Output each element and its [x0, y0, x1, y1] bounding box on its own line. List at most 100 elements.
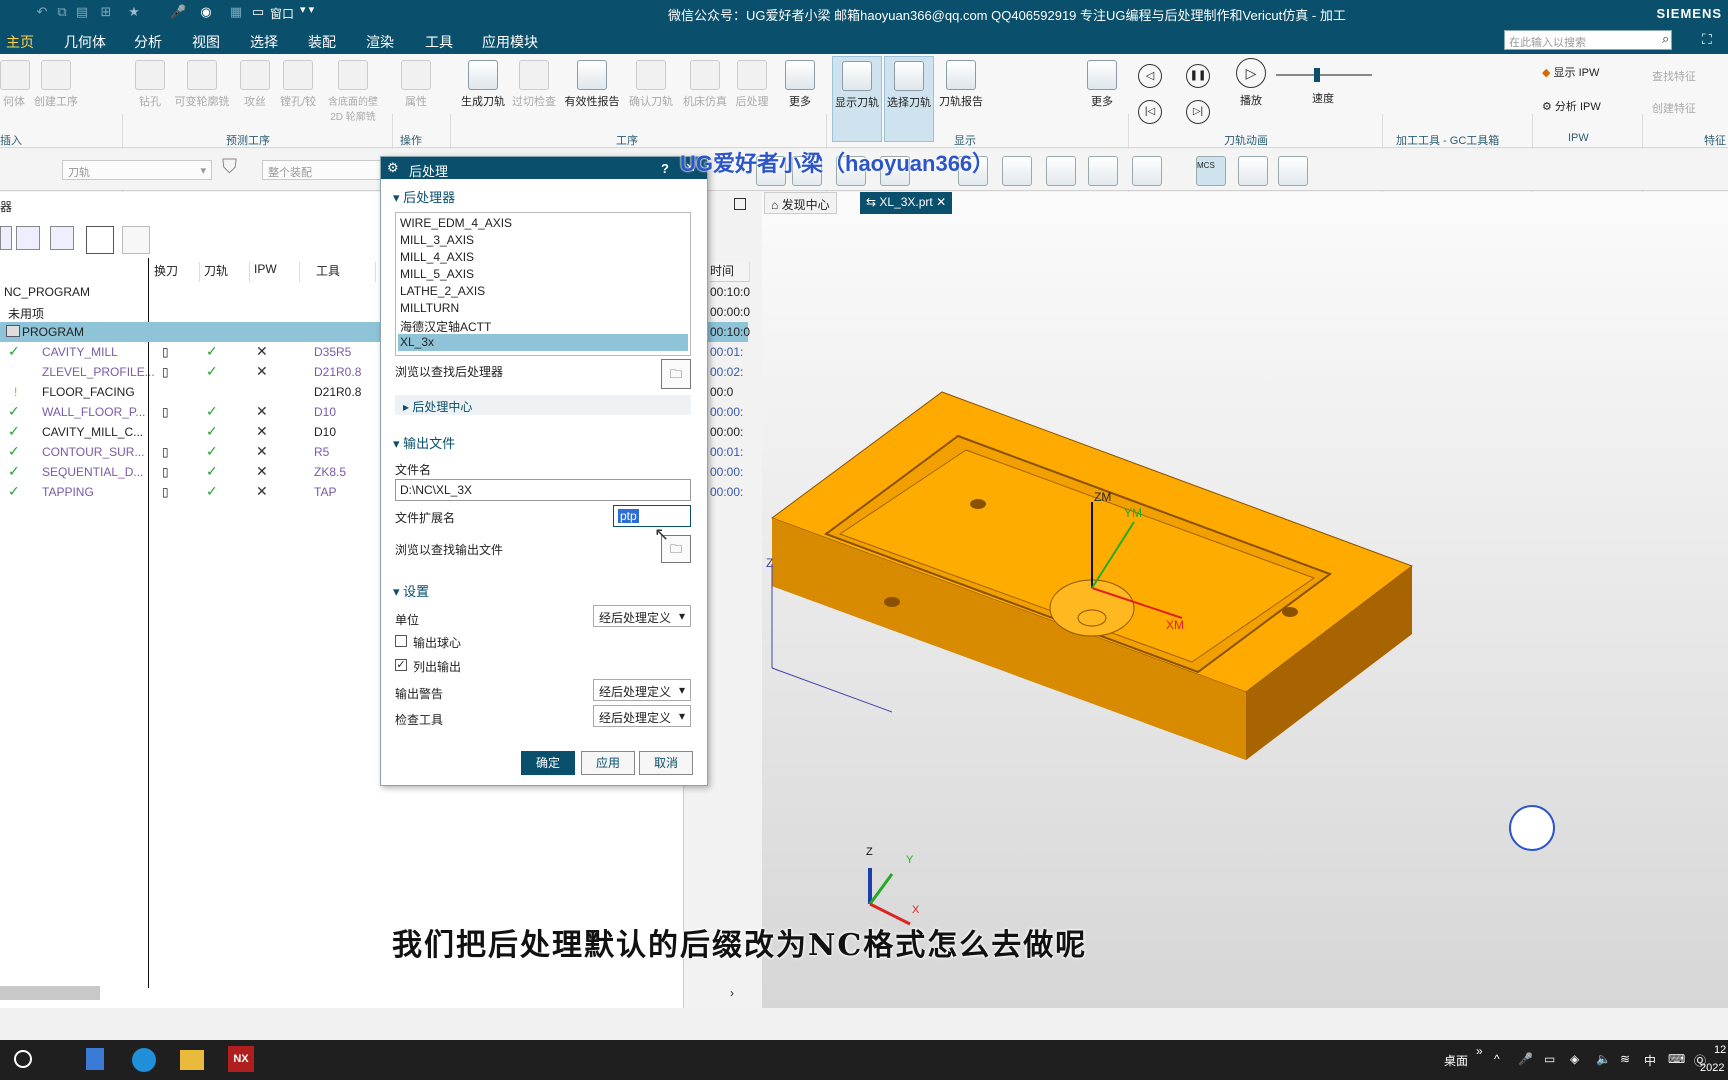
- help-icon[interactable]: ?: [661, 161, 669, 176]
- language-indicator[interactable]: 中: [1644, 1052, 1656, 1069]
- col-header-toolpath[interactable]: 刀轨: [204, 262, 250, 282]
- post-center-expander[interactable]: ▸ 后处理中心: [395, 395, 691, 415]
- nav-tool-button[interactable]: [0, 226, 12, 250]
- calculator-icon[interactable]: [86, 1048, 104, 1070]
- menu-analysis[interactable]: 分析: [134, 32, 162, 52]
- apply-button[interactable]: 应用: [581, 751, 635, 775]
- tab-discover[interactable]: ⌂ 发现中心: [764, 192, 837, 214]
- col-header-tool[interactable]: 工具: [316, 262, 376, 282]
- nav-tool-button[interactable]: [50, 226, 74, 250]
- battery-icon[interactable]: ▭: [1544, 1052, 1555, 1066]
- maximize-icon[interactable]: [734, 198, 746, 210]
- group-operations-label[interactable]: 操作: [400, 132, 422, 148]
- shield-icon[interactable]: ◈: [1570, 1052, 1579, 1066]
- menu-home[interactable]: 主页: [6, 32, 34, 52]
- view-tool-button[interactable]: [1132, 156, 1162, 186]
- toolpath-report-button[interactable]: 刀轨报告: [936, 60, 986, 109]
- ok-button[interactable]: 确定: [521, 751, 575, 775]
- menu-applications[interactable]: 应用模块: [482, 32, 538, 52]
- list-item[interactable]: MILL_5_AXIS: [398, 266, 688, 283]
- window-menu-dropdown-icon[interactable]: ▾ ▾: [300, 3, 314, 16]
- tray-chevron-icon[interactable]: ^: [1494, 1052, 1500, 1066]
- copy-icon[interactable]: ⧉: [54, 4, 70, 20]
- menu-view[interactable]: 视图: [192, 32, 220, 52]
- search-icon[interactable]: ⌕: [1662, 31, 1669, 47]
- gouge-check-button[interactable]: 过切检查: [510, 60, 558, 109]
- browse-post-button[interactable]: 🗀: [661, 359, 691, 389]
- type-filter-dropdown[interactable]: 刀轨 ▾: [62, 160, 212, 180]
- section-settings[interactable]: ▾ 设置: [393, 581, 429, 600]
- show-ipw-button[interactable]: ◆ 显示 IPW: [1542, 64, 1599, 80]
- snap-icon[interactable]: ⊞: [98, 4, 114, 20]
- file-explorer-icon[interactable]: [180, 1050, 204, 1070]
- col-header-ipw[interactable]: IPW: [254, 262, 300, 282]
- ribbon-geometry-button[interactable]: 何体: [0, 60, 30, 109]
- menu-geometry[interactable]: 几何体: [64, 32, 106, 52]
- output-ball-checkbox[interactable]: [395, 635, 407, 647]
- star-icon[interactable]: ★: [126, 4, 142, 20]
- volume-icon[interactable]: 🔈: [1596, 1052, 1611, 1066]
- output-warning-dropdown[interactable]: 经后处理定义 ▾: [593, 679, 691, 701]
- eye-icon[interactable]: ◉: [198, 4, 214, 20]
- tab-part[interactable]: ⇆ XL_3X.prt ✕: [860, 192, 953, 214]
- more-display-button[interactable]: 更多: [1080, 60, 1124, 109]
- check-tools-dropdown[interactable]: 经后处理定义 ▾: [593, 705, 691, 727]
- find-feature-button[interactable]: 查找特征: [1652, 68, 1696, 84]
- list-item[interactable]: LATHE_2_AXIS: [398, 283, 688, 300]
- menu-assembly[interactable]: 装配: [308, 32, 336, 52]
- undo-icon[interactable]: ↶: [34, 4, 50, 20]
- filename-input[interactable]: D:\NC\XL_3X: [395, 479, 691, 501]
- scope-dropdown[interactable]: 整个装配: [262, 160, 382, 180]
- col-header-tool-change[interactable]: 换刀: [154, 262, 200, 282]
- units-dropdown[interactable]: 经后处理定义 ▾: [593, 605, 691, 627]
- nav-tool-button[interactable]: [122, 226, 150, 254]
- extension-input[interactable]: ptp: [613, 505, 691, 527]
- variable-contour-button[interactable]: 可变轮廓铣: [172, 60, 232, 109]
- keyboard-icon[interactable]: ⌨: [1668, 1052, 1685, 1066]
- more-operations-button[interactable]: 更多: [778, 60, 822, 109]
- view-tool-button[interactable]: [1046, 156, 1076, 186]
- view-tool-button[interactable]: [1278, 156, 1308, 186]
- pause-icon[interactable]: ❚❚: [1186, 64, 1210, 88]
- nx-app-icon[interactable]: NX: [228, 1046, 254, 1072]
- view-tool-button[interactable]: [1088, 156, 1118, 186]
- validity-report-button[interactable]: 有效性报告: [562, 60, 622, 109]
- close-icon[interactable]: ✕: [933, 195, 946, 209]
- create-operation-button[interactable]: 创建工序: [32, 60, 80, 109]
- list-item[interactable]: WIRE_EDM_4_AXIS: [398, 215, 688, 232]
- menu-select[interactable]: 选择: [250, 32, 278, 52]
- step-back-icon[interactable]: ◁: [1138, 64, 1162, 88]
- view-tool-button[interactable]: [1238, 156, 1268, 186]
- menu-render[interactable]: 渲染: [366, 32, 394, 52]
- rewind-icon[interactable]: |◁: [1138, 100, 1162, 124]
- microphone-icon[interactable]: 🎤: [170, 4, 186, 20]
- create-feature-button[interactable]: 创建特征: [1652, 100, 1696, 116]
- microphone-icon[interactable]: 🎤: [1518, 1052, 1533, 1066]
- verify-toolpath-button[interactable]: 确认刀轨: [626, 60, 676, 109]
- group-gc-toolbox-label[interactable]: 加工工具 - GC工具箱: [1396, 132, 1499, 148]
- wifi-icon[interactable]: ≋: [1620, 1052, 1630, 1066]
- double-chevron-icon[interactable]: »: [1476, 1044, 1483, 1058]
- forward-icon[interactable]: ▷|: [1186, 100, 1210, 124]
- part-model[interactable]: [762, 214, 1728, 1004]
- window-icon[interactable]: ▭: [250, 4, 266, 20]
- layout-icon[interactable]: ▦: [228, 4, 244, 20]
- list-output-checkbox[interactable]: ✓: [395, 659, 407, 671]
- mcs-button[interactable]: MCS: [1196, 156, 1226, 186]
- generate-toolpath-button[interactable]: 生成刀轨: [458, 60, 508, 109]
- nav-tool-button[interactable]: [86, 226, 114, 254]
- speed-slider[interactable]: [1276, 74, 1372, 76]
- table-row[interactable]: PROGRAM: [0, 322, 380, 342]
- postprocess-button[interactable]: 后处理: [732, 60, 772, 109]
- properties-button[interactable]: 属性: [398, 60, 434, 109]
- select-toolpath-button[interactable]: 选择刀轨: [884, 56, 934, 142]
- list-item[interactable]: MILL_4_AXIS: [398, 249, 688, 266]
- list-item-selected[interactable]: XL_3x: [398, 334, 688, 351]
- analyze-ipw-button[interactable]: ⚙ 分析 IPW: [1542, 98, 1601, 114]
- window-menu[interactable]: 窗口: [270, 5, 294, 22]
- paste-icon[interactable]: ▤: [74, 4, 90, 20]
- scroll-right-icon[interactable]: ›: [730, 986, 734, 1000]
- list-item[interactable]: 海德汉定轴ACTT: [398, 317, 688, 334]
- nav-tool-button[interactable]: [16, 226, 40, 250]
- menu-tools[interactable]: 工具: [425, 32, 453, 52]
